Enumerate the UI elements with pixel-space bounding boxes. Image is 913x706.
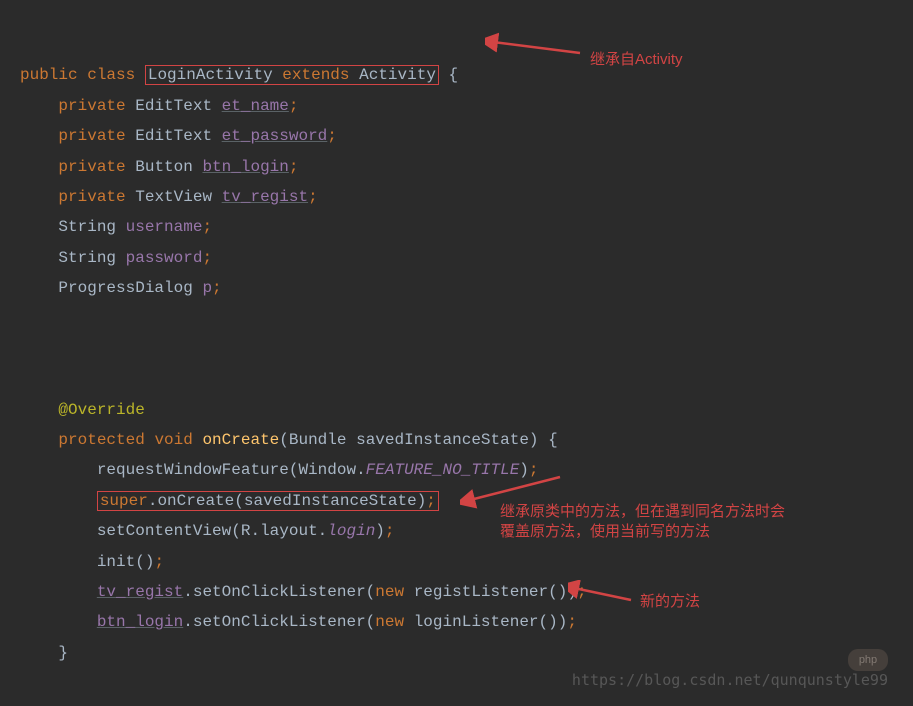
paren: ) (375, 522, 385, 540)
class-name: LoginActivity (148, 66, 273, 84)
field-ref: btn_login (97, 613, 183, 631)
dot: . (183, 613, 193, 631)
keyword-private: private (58, 127, 125, 145)
method-call: setOnClickListener (193, 613, 366, 631)
semi: ; (308, 188, 318, 206)
highlight-box-super: super.onCreate(savedInstanceState); (97, 491, 439, 511)
brace: } (58, 644, 68, 662)
method-call: onCreate (157, 492, 234, 510)
keyword-void: void (154, 431, 192, 449)
field-ref: tv_regist (97, 583, 183, 601)
field: p (202, 279, 212, 297)
keyword-super: super (100, 492, 148, 510)
paren: ( (539, 613, 549, 631)
keyword-new: new (375, 583, 404, 601)
arg-type: Bundle (289, 431, 347, 449)
annotation-text-1: 继承自Activity (590, 50, 683, 70)
type: String (58, 249, 116, 267)
annotation-text-3: 新的方法 (640, 592, 700, 612)
type: EditText (135, 127, 212, 145)
keyword-new: new (375, 613, 404, 631)
paren: ( (366, 583, 376, 601)
paren: ) (548, 613, 558, 631)
paren: ( (279, 431, 289, 449)
call: init (97, 553, 135, 571)
paren: ( (231, 522, 241, 540)
keyword-private: private (58, 158, 125, 176)
class-ref: Window (298, 461, 356, 479)
arg: savedInstanceState (244, 492, 417, 510)
field: password (126, 249, 203, 267)
type: TextView (135, 188, 212, 206)
paren: ( (366, 613, 376, 631)
semi: ; (289, 97, 299, 115)
arg-name: savedInstanceState (356, 431, 529, 449)
keyword-private: private (58, 188, 125, 206)
highlight-box-class: LoginActivity extends Activity (145, 65, 439, 85)
paren: ) (417, 492, 427, 510)
field: et_name (222, 97, 289, 115)
dot: . (148, 492, 158, 510)
layout-name: login (327, 522, 375, 540)
field: et_password (222, 127, 328, 145)
paren: ) (558, 613, 568, 631)
semi: ; (529, 461, 539, 479)
watermark-text: https://blog.csdn.net/qunqunstyle99 (572, 666, 888, 695)
type: String (58, 218, 116, 236)
paren: ) (567, 583, 577, 601)
annotation-line: 覆盖原方法，使用当前写的方法 (500, 523, 710, 540)
keyword-class: class (87, 66, 135, 84)
paren: ) (519, 461, 529, 479)
field: btn_login (202, 158, 288, 176)
keyword-private: private (58, 97, 125, 115)
semi: ; (212, 279, 222, 297)
brace: { (548, 431, 558, 449)
semi: ; (426, 492, 436, 510)
semi: ; (577, 583, 587, 601)
brace: { (449, 66, 459, 84)
code-block: public class LoginActivity extends Activ… (0, 0, 913, 668)
paren: ) (558, 583, 568, 601)
semi: ; (385, 522, 395, 540)
layout-ref: layout (260, 522, 318, 540)
semi: ; (567, 613, 577, 631)
semi: ; (202, 249, 212, 267)
keyword-protected: protected (58, 431, 144, 449)
semi: ; (327, 127, 337, 145)
paren: ) (145, 553, 155, 571)
r-ref: R (241, 522, 251, 540)
type: EditText (135, 97, 212, 115)
field: tv_regist (222, 188, 308, 206)
paren: ( (289, 461, 299, 479)
field: username (126, 218, 203, 236)
dot: . (356, 461, 366, 479)
paren: ( (548, 583, 558, 601)
keyword-extends: extends (282, 66, 349, 84)
listener-class: registListener (414, 583, 548, 601)
paren: ( (135, 553, 145, 571)
paren: ) (529, 431, 539, 449)
paren: ( (234, 492, 244, 510)
annotation-override: @Override (58, 401, 144, 419)
method-name: onCreate (202, 431, 279, 449)
dot: . (183, 583, 193, 601)
call: requestWindowFeature (97, 461, 289, 479)
dot: . (250, 522, 260, 540)
dot: . (318, 522, 328, 540)
type: ProgressDialog (58, 279, 192, 297)
keyword-public: public (20, 66, 78, 84)
parent-class: Activity (359, 66, 436, 84)
call: setContentView (97, 522, 231, 540)
annotation-text-2: 继承原类中的方法，但在遇到同名方法时会 覆盖原方法，使用当前写的方法 (500, 502, 810, 541)
semi: ; (202, 218, 212, 236)
annotation-line: 继承原类中的方法，但在遇到同名方法时会 (500, 503, 785, 520)
semi: ; (154, 553, 164, 571)
listener-class: loginListener (414, 613, 539, 631)
type: Button (135, 158, 193, 176)
semi: ; (289, 158, 299, 176)
constant: FEATURE_NO_TITLE (366, 461, 520, 479)
method-call: setOnClickListener (193, 583, 366, 601)
